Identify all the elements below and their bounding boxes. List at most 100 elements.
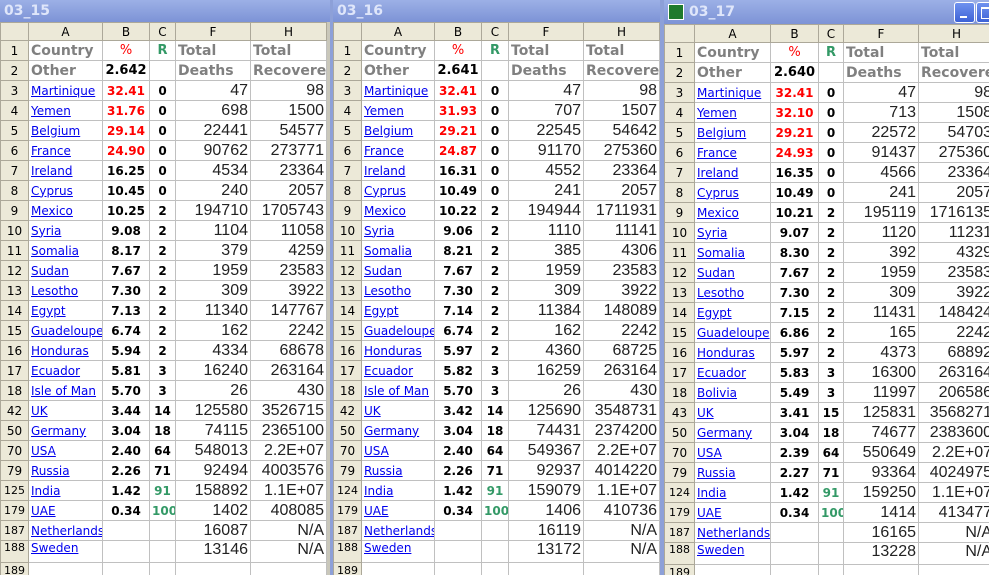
row-number[interactable]: 15	[333, 320, 362, 341]
total-deaths-cell[interactable]: 91437	[843, 142, 919, 163]
r-cell[interactable]: 2	[481, 200, 509, 221]
row-number[interactable]: 6	[664, 142, 695, 163]
r-cell[interactable]: 2	[818, 202, 844, 223]
percent-cell[interactable]: 6.74	[434, 320, 482, 341]
total-recovered-cell[interactable]: 3922	[250, 280, 327, 301]
country-link[interactable]: France	[361, 140, 435, 161]
total-deaths-cell[interactable]: 16300	[843, 362, 919, 383]
total-recovered-cell[interactable]: N/A	[583, 540, 660, 563]
country-link[interactable]: UAE	[28, 500, 103, 521]
total-recovered-cell[interactable]: 1508	[918, 102, 989, 123]
r-cell[interactable]: 0	[149, 100, 176, 121]
total-recovered-cell[interactable]: 1507	[583, 100, 660, 121]
percent-cell[interactable]: 32.41	[434, 80, 482, 101]
total-deaths-cell[interactable]: 4334	[175, 340, 251, 361]
row-number[interactable]: 187	[0, 520, 29, 541]
row-number[interactable]: 4	[0, 100, 29, 121]
window-title-bar[interactable]: 03_16	[333, 0, 660, 22]
percent-cell[interactable]: 7.67	[102, 260, 150, 281]
total-deaths-cell[interactable]: 22572	[843, 122, 919, 143]
percent-cell[interactable]: 10.49	[770, 182, 819, 203]
row-number[interactable]: 179	[0, 500, 29, 521]
country-link[interactable]: Ecuador	[28, 360, 103, 381]
r-cell[interactable]: 0	[149, 140, 176, 161]
header-total-recovered-2[interactable]: Recovere	[918, 62, 989, 83]
row-number[interactable]: 16	[333, 340, 362, 361]
percent-cell[interactable]	[434, 540, 482, 563]
percent-cell[interactable]: 7.30	[434, 280, 482, 301]
r-cell[interactable]: 2	[481, 280, 509, 301]
percent-cell[interactable]: 5.97	[434, 340, 482, 361]
country-link[interactable]: India	[361, 480, 435, 501]
row-number[interactable]: 13	[333, 280, 362, 301]
percent-cell[interactable]: 5.94	[102, 340, 150, 361]
header-total-deaths-1[interactable]: Total	[508, 40, 584, 61]
total-deaths-cell[interactable]: 125690	[508, 400, 584, 421]
r-cell[interactable]: 2	[149, 200, 176, 221]
total-recovered-cell[interactable]: 2383600	[918, 422, 989, 443]
r-cell[interactable]: 2	[818, 242, 844, 263]
total-deaths-cell[interactable]: 707	[508, 100, 584, 121]
select-all-corner[interactable]	[0, 22, 29, 41]
total-deaths-cell[interactable]: 125580	[175, 400, 251, 421]
row-number[interactable]: 13	[0, 280, 29, 301]
r-cell[interactable]: 0	[818, 122, 844, 143]
total-deaths-cell[interactable]: 162	[508, 320, 584, 341]
total-recovered-cell[interactable]: 3548731	[583, 400, 660, 421]
total-recovered-cell[interactable]: 54703	[918, 122, 989, 143]
minimize-button[interactable]	[954, 2, 975, 23]
percent-cell[interactable]: 9.06	[434, 220, 482, 241]
total-deaths-cell[interactable]: 698	[175, 100, 251, 121]
percent-cell[interactable]: 1.42	[434, 480, 482, 501]
total-deaths-cell[interactable]: 1414	[843, 502, 919, 523]
header-percent-value[interactable]: 2.641	[434, 60, 482, 81]
country-link[interactable]: Germany	[694, 422, 771, 443]
row-number[interactable]: 8	[0, 180, 29, 201]
r-cell[interactable]: 3	[818, 362, 844, 383]
row-number[interactable]: 124	[333, 480, 362, 501]
header-other[interactable]: Other	[361, 60, 435, 81]
r-cell[interactable]: 0	[149, 180, 176, 201]
total-recovered-cell[interactable]: 410736	[583, 500, 660, 521]
percent-cell[interactable]: 16.31	[434, 160, 482, 181]
country-link[interactable]: Mexico	[361, 200, 435, 221]
column-header-a[interactable]: A	[361, 22, 435, 41]
column-header-c[interactable]: C	[481, 22, 509, 41]
row-number[interactable]: 6	[0, 140, 29, 161]
country-link[interactable]: Sudan	[28, 260, 103, 281]
country-link[interactable]: Mexico	[694, 202, 771, 223]
total-deaths-cell[interactable]: 159250	[843, 482, 919, 503]
total-deaths-cell[interactable]: 92937	[508, 460, 584, 481]
r-cell[interactable]: 2	[149, 240, 176, 261]
total-deaths-cell[interactable]: 1402	[175, 500, 251, 521]
r-cell[interactable]: 2	[818, 262, 844, 283]
total-recovered-cell[interactable]: N/A	[918, 542, 989, 565]
country-link[interactable]: Sudan	[361, 260, 435, 281]
row-number[interactable]: 12	[0, 260, 29, 281]
total-recovered-cell[interactable]: 23583	[583, 260, 660, 281]
total-recovered-cell[interactable]: 54577	[250, 120, 327, 141]
total-recovered-cell[interactable]	[583, 562, 660, 575]
country-link[interactable]: Russia	[361, 460, 435, 481]
row-number[interactable]: 2	[0, 60, 29, 81]
total-deaths-cell[interactable]: 385	[508, 240, 584, 261]
r-cell[interactable]: 18	[818, 422, 844, 443]
header-total-recovered-1[interactable]: Total	[250, 40, 327, 61]
total-deaths-cell[interactable]: 1959	[175, 260, 251, 281]
percent-cell[interactable]: 0.34	[102, 500, 150, 521]
total-recovered-cell[interactable]: 98	[918, 82, 989, 103]
total-recovered-cell[interactable]: 4024975	[918, 462, 989, 483]
country-link[interactable]: Somalia	[361, 240, 435, 261]
r-cell[interactable]: 91	[818, 482, 844, 503]
total-recovered-cell[interactable]: 2242	[918, 322, 989, 343]
header-other[interactable]: Other	[694, 62, 771, 83]
header-other[interactable]: Other	[28, 60, 103, 81]
percent-cell[interactable]: 2.39	[770, 442, 819, 463]
percent-cell[interactable]: 24.93	[770, 142, 819, 163]
column-header-c[interactable]: C	[149, 22, 176, 41]
percent-cell[interactable]: 9.07	[770, 222, 819, 243]
total-deaths-cell[interactable]: 194710	[175, 200, 251, 221]
total-recovered-cell[interactable]: 2057	[583, 180, 660, 201]
percent-cell[interactable]: 7.30	[770, 282, 819, 303]
total-recovered-cell[interactable]: 98	[250, 80, 327, 101]
